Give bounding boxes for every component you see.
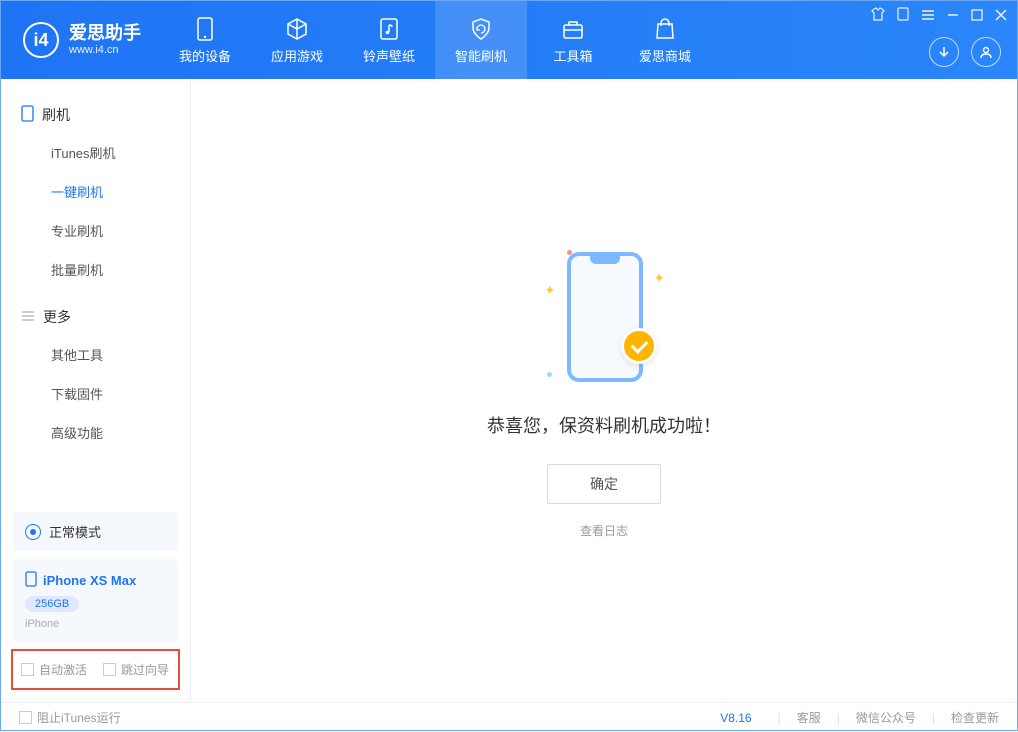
tab-smart-flash[interactable]: 智能刷机 (435, 1, 527, 79)
decor-dot (547, 372, 552, 377)
menu-icon[interactable] (921, 8, 935, 24)
tab-label: 我的设备 (179, 46, 231, 65)
view-log-link[interactable]: 查看日志 (580, 522, 628, 539)
checkbox-label: 自动激活 (39, 661, 87, 678)
window-controls (871, 7, 1007, 24)
confirm-button[interactable]: 确定 (547, 464, 661, 504)
checkbox-icon (21, 663, 34, 676)
checkbox-label: 阻止iTunes运行 (37, 709, 121, 726)
note-icon[interactable] (897, 7, 909, 24)
version-text: V8.16 (720, 711, 751, 725)
check-update-link[interactable]: 检查更新 (951, 709, 999, 726)
app-subtitle: www.i4.cn (69, 44, 141, 57)
group-title-text: 刷机 (42, 105, 70, 125)
checkbox-icon (103, 663, 116, 676)
wechat-link[interactable]: 微信公众号 (856, 709, 916, 726)
tab-toolbox[interactable]: 工具箱 (527, 1, 619, 79)
sidebar-item-advanced[interactable]: 高级功能 (1, 413, 190, 452)
phone-icon (192, 16, 218, 42)
separator: | (778, 711, 781, 725)
cube-icon (284, 16, 310, 42)
list-icon (21, 309, 35, 325)
user-button[interactable] (971, 37, 1001, 67)
main-content: ✦ ✦ 恭喜您，保资料刷机成功啦！ 确定 查看日志 (191, 79, 1017, 702)
success-illustration: ✦ ✦ (519, 242, 689, 392)
tab-store[interactable]: 爱思商城 (619, 1, 711, 79)
success-message: 恭喜您，保资料刷机成功啦！ (487, 412, 721, 438)
logo-icon: i4 (23, 22, 59, 58)
checkbox-block-itunes[interactable]: 阻止iTunes运行 (19, 709, 121, 726)
separator: | (932, 711, 935, 725)
nav-tabs: 我的设备 应用游戏 铃声壁纸 智能刷机 工具箱 爱思商城 (159, 1, 711, 79)
checkbox-icon (19, 711, 32, 724)
logo-block: i4 爱思助手 www.i4.cn (1, 1, 159, 79)
device-phone-icon (25, 571, 37, 590)
close-button[interactable] (995, 8, 1007, 24)
tab-apps-games[interactable]: 应用游戏 (251, 1, 343, 79)
minimize-button[interactable] (947, 8, 959, 24)
tab-label: 铃声壁纸 (363, 46, 415, 65)
sidebar: 刷机 iTunes刷机 一键刷机 专业刷机 批量刷机 更多 其他工具 下载固件 … (1, 79, 191, 702)
app-title: 爱思助手 (69, 23, 141, 44)
tab-label: 爱思商城 (639, 46, 691, 65)
shield-refresh-icon (468, 16, 494, 42)
app-header: i4 爱思助手 www.i4.cn 我的设备 应用游戏 铃声壁纸 智能刷机 工具… (1, 1, 1017, 79)
download-button[interactable] (929, 37, 959, 67)
tab-label: 工具箱 (553, 46, 592, 65)
maximize-button[interactable] (971, 8, 983, 24)
checkmark-badge-icon (621, 328, 657, 364)
bottom-options-highlight: 自动激活 跳过向导 (11, 649, 180, 690)
sparkle-icon: ✦ (653, 270, 665, 287)
group-title-text: 更多 (43, 307, 71, 327)
status-bar: 阻止iTunes运行 V8.16 | 客服 | 微信公众号 | 检查更新 (1, 702, 1017, 732)
tab-label: 应用游戏 (271, 46, 323, 65)
checkbox-skip-guide[interactable]: 跳过向导 (103, 661, 169, 678)
device-capacity-badge: 256GB (25, 596, 79, 612)
bag-icon (652, 16, 678, 42)
checkbox-auto-activate[interactable]: 自动激活 (21, 661, 87, 678)
toolbox-icon (560, 16, 586, 42)
mode-label: 正常模式 (49, 522, 101, 541)
tab-label: 智能刷机 (455, 46, 507, 65)
sidebar-item-itunes-flash[interactable]: iTunes刷机 (1, 133, 190, 172)
sidebar-item-other-tools[interactable]: 其他工具 (1, 335, 190, 374)
notch-icon (590, 256, 620, 264)
sidebar-item-batch-flash[interactable]: 批量刷机 (1, 250, 190, 289)
checkbox-label: 跳过向导 (121, 661, 169, 678)
device-name-text: iPhone XS Max (43, 573, 136, 588)
music-file-icon (376, 16, 402, 42)
tab-my-device[interactable]: 我的设备 (159, 1, 251, 79)
sidebar-group-flash: 刷机 (1, 97, 190, 133)
sidebar-group-more: 更多 (1, 299, 190, 335)
support-link[interactable]: 客服 (797, 709, 821, 726)
shirt-icon[interactable] (871, 7, 885, 24)
phone-small-icon (21, 105, 34, 125)
sidebar-item-oneclick-flash[interactable]: 一键刷机 (1, 172, 190, 211)
mode-card[interactable]: 正常模式 (13, 512, 178, 551)
separator: | (837, 711, 840, 725)
sparkle-icon: ✦ (544, 282, 556, 299)
mode-indicator-icon (25, 524, 41, 540)
header-right-actions (929, 37, 1001, 67)
device-card[interactable]: iPhone XS Max 256GB iPhone (13, 559, 178, 642)
sidebar-item-pro-flash[interactable]: 专业刷机 (1, 211, 190, 250)
tab-ringtone-wallpaper[interactable]: 铃声壁纸 (343, 1, 435, 79)
sidebar-item-download-firmware[interactable]: 下载固件 (1, 374, 190, 413)
device-type-text: iPhone (25, 618, 166, 630)
